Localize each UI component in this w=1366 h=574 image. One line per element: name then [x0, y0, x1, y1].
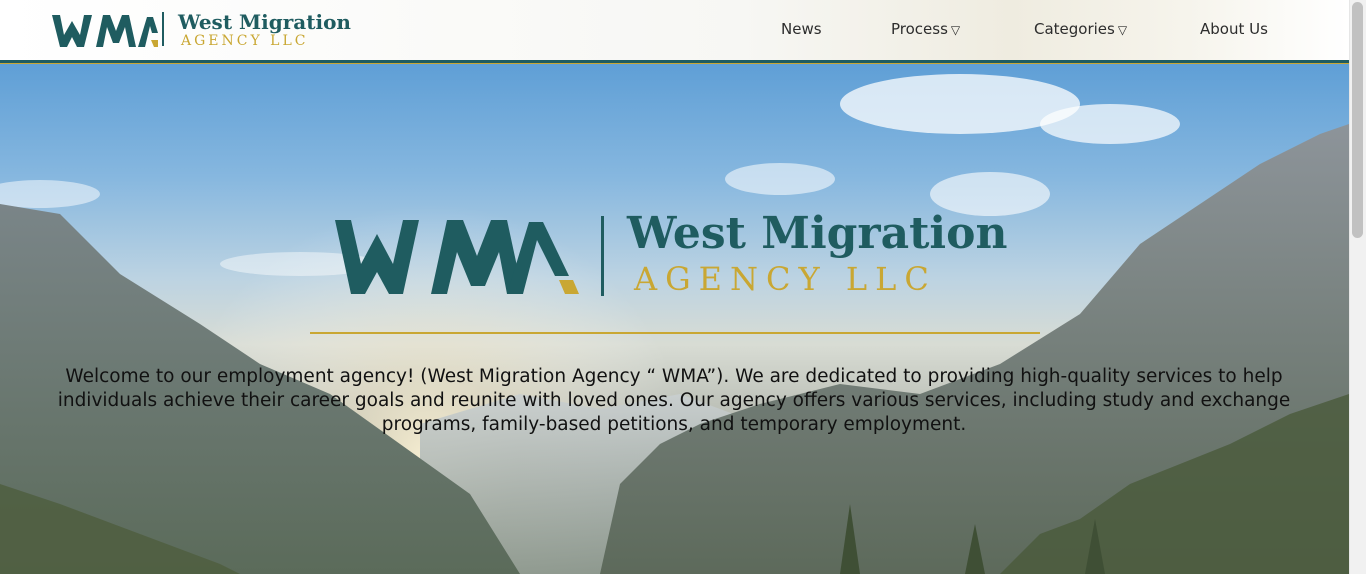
triangle-down-outline-icon: ▽ — [950, 23, 961, 37]
wma-logo-mark-icon — [335, 220, 579, 294]
nav-about-us[interactable]: About Us — [1200, 20, 1268, 42]
logo-divider — [162, 12, 164, 46]
logo-name: West Migration — [178, 10, 351, 34]
nav-categories[interactable]: Categories ▽ — [1034, 20, 1127, 42]
nav-about-us-label: About Us — [1200, 20, 1268, 38]
hero-background-image — [0, 64, 1349, 574]
hero-logo-subtitle: AGENCY LLC — [634, 260, 937, 298]
nav-news-label: News — [781, 20, 822, 38]
hero-section: West Migration AGENCY LLC Welcome to our… — [0, 64, 1349, 574]
nav-process-label: Process — [891, 20, 948, 38]
welcome-paragraph: Welcome to our employment agency! (West … — [57, 366, 1291, 435]
nav-categories-label: Categories — [1034, 20, 1115, 38]
hero-divider — [310, 332, 1040, 334]
nav-process[interactable]: Process ▽ — [891, 20, 960, 42]
hero-logo-name: West Migration — [627, 208, 1008, 259]
nav-news[interactable]: News — [781, 20, 822, 42]
hero-logo-divider — [601, 216, 604, 296]
scrollbar-thumb[interactable] — [1352, 2, 1363, 238]
hero-logo: West Migration AGENCY LLC — [333, 208, 1023, 306]
wma-logo-mark-icon — [52, 15, 158, 47]
logo-subtitle: AGENCY LLC — [181, 33, 309, 49]
triangle-down-outline-icon: ▽ — [1117, 23, 1128, 37]
header-logo-link[interactable]: West Migration AGENCY LLC — [50, 10, 351, 50]
